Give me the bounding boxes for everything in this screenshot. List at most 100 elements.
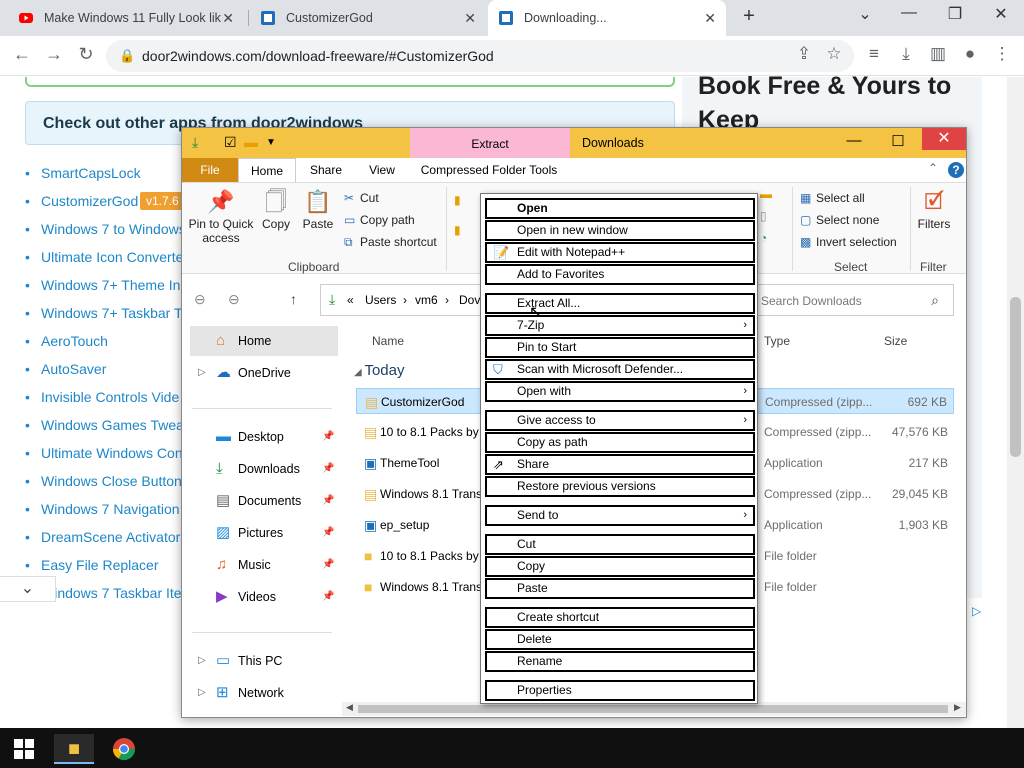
scroll-right-icon[interactable]: ▶	[954, 702, 961, 713]
select-none-button[interactable]: ▢ Select none	[800, 213, 879, 227]
paste-shortcut-button[interactable]: ⧉ Paste shortcut	[344, 235, 437, 250]
chevron-down-icon[interactable]: ⌄	[850, 4, 880, 24]
browser-tab-3[interactable]: Downloading... ✕	[488, 0, 726, 36]
ad-choices-icon[interactable]: ▷	[972, 604, 981, 618]
menu-item-scan-defender[interactable]: ⛉ Scan with Microsoft Defender...	[485, 359, 755, 380]
easy-access-icon[interactable]: ▯	[760, 209, 767, 223]
properties-icon[interactable]: ☑	[224, 134, 237, 151]
share-icon[interactable]: ⇪	[792, 44, 816, 64]
column-type[interactable]: Type	[764, 334, 790, 348]
menu-item-copy-path[interactable]: Copy as path	[485, 432, 755, 453]
nav-pictures[interactable]: ▨ Pictures 📌	[182, 518, 337, 548]
move-to-icon[interactable]: ▮	[454, 193, 461, 207]
menu-item-open[interactable]: Open	[485, 198, 755, 219]
profile-icon[interactable]: ●	[958, 44, 982, 64]
menu-item-create-shortcut[interactable]: Create shortcut	[485, 607, 755, 628]
menu-item-delete[interactable]: Delete	[485, 629, 755, 650]
search-icon[interactable]: ⌕	[931, 292, 939, 309]
reload-icon[interactable]: ↻	[74, 44, 98, 65]
ribbon-collapse-icon[interactable]: ⌃	[928, 161, 938, 175]
column-size[interactable]: Size	[884, 334, 907, 348]
filters-button[interactable]: 🗹 Filters	[914, 187, 954, 231]
download-icon[interactable]: ⤓	[192, 134, 198, 151]
explorer-titlebar[interactable]: ⤓ ☑ ▬ ▼ Extract Downloads — ☐ ✕	[182, 128, 966, 158]
tab-home[interactable]: Home	[238, 158, 296, 182]
scrollbar-thumb[interactable]	[1010, 297, 1021, 457]
close-icon[interactable]: ✕	[222, 10, 234, 27]
copy-to-icon[interactable]: ▮	[454, 223, 461, 237]
forward-icon[interactable]: →	[42, 44, 66, 65]
menu-item-properties[interactable]: Properties	[485, 680, 755, 701]
collapse-ad-button[interactable]: ⌄	[0, 576, 56, 602]
qat-dropdown-icon[interactable]: ▼	[266, 137, 276, 148]
menu-icon[interactable]: ⋮	[990, 44, 1014, 64]
group-header-today[interactable]: ◢ Today	[354, 362, 405, 379]
nav-home[interactable]: ⌂ Home	[190, 326, 338, 356]
nav-this-pc[interactable]: ▷ ▭ This PC	[182, 646, 337, 676]
menu-item-send-to[interactable]: Send to ›	[485, 505, 755, 526]
nav-documents[interactable]: ▤ Documents 📌	[182, 486, 337, 516]
pin-quick-access-button[interactable]: 📌 Pin to Quick access	[188, 187, 254, 245]
nav-network[interactable]: ▷ ⊞ Network	[182, 678, 337, 708]
nav-videos[interactable]: ▶ Videos 📌	[182, 582, 337, 612]
menu-item-restore-versions[interactable]: Restore previous versions	[485, 476, 755, 497]
start-button[interactable]	[4, 734, 44, 764]
tab-share[interactable]: Share	[300, 158, 352, 182]
star-icon[interactable]: ☆	[822, 44, 846, 64]
file-explorer-taskbar-button[interactable]: ■	[54, 734, 94, 764]
column-name[interactable]: Name	[372, 334, 404, 348]
nav-music[interactable]: ♫ Music 📌	[182, 550, 337, 580]
menu-item-7zip[interactable]: 7-Zip ›	[485, 315, 755, 336]
tab-file[interactable]: File	[182, 158, 238, 182]
scrollbar-thumb[interactable]	[358, 705, 948, 713]
menu-item-pin-start[interactable]: Pin to Start	[485, 337, 755, 358]
new-folder-icon[interactable]: ▬	[244, 134, 258, 150]
scroll-left-icon[interactable]: ◀	[346, 702, 353, 713]
chevron-right-icon[interactable]: ›	[403, 293, 407, 307]
breadcrumb[interactable]: ⤓ « Users › vm6 › Dov	[320, 284, 492, 316]
minimize-icon[interactable]: —	[894, 4, 924, 22]
new-item-icon[interactable]: ▬	[760, 187, 772, 201]
help-icon[interactable]: ?	[948, 162, 964, 178]
up-arrow-icon[interactable]: ↑	[290, 291, 297, 307]
close-icon[interactable]: ✕	[986, 4, 1016, 24]
url-text[interactable]: door2windows.com/download-freeware/#Cust…	[142, 48, 494, 64]
search-box[interactable]: Search Downloads ⌕	[752, 284, 954, 316]
nav-downloads[interactable]: ⤓ Downloads 📌	[182, 454, 337, 484]
menu-item-paste[interactable]: Paste	[485, 578, 755, 599]
copy-button[interactable]: 🗍 Copy	[258, 187, 294, 231]
breadcrumb-overflow[interactable]: «	[347, 293, 354, 307]
menu-item-open-with[interactable]: Open with ›	[485, 381, 755, 402]
browser-tab-1[interactable]: Make Windows 11 Fully Look lik ✕	[8, 0, 244, 36]
chrome-taskbar-button[interactable]	[104, 734, 144, 764]
media-icon[interactable]: ≡	[862, 44, 886, 64]
back-icon[interactable]: ←	[10, 44, 34, 65]
menu-item-copy[interactable]: Copy	[485, 556, 755, 577]
select-all-button[interactable]: ▦ Select all	[800, 191, 865, 205]
tab-compressed-folder-tools[interactable]: Compressed Folder Tools	[414, 158, 564, 182]
breadcrumb-vm6[interactable]: vm6	[415, 293, 438, 307]
page-scrollbar[interactable]	[1007, 77, 1024, 728]
breadcrumb-users[interactable]: Users	[365, 293, 396, 307]
browser-tab-2[interactable]: CustomizerGod ✕	[250, 0, 486, 36]
breadcrumb-downloads[interactable]: Dov	[459, 293, 480, 307]
menu-item-cut[interactable]: Cut	[485, 534, 755, 555]
menu-item-extract-all[interactable]: Extract All...	[485, 293, 755, 314]
menu-item-add-favorites[interactable]: Add to Favorites	[485, 264, 755, 285]
back-icon[interactable]: ⊖	[194, 291, 206, 308]
menu-item-edit-notepad[interactable]: 📝 Edit with Notepad++	[485, 242, 755, 263]
sidepanel-icon[interactable]: ▥	[926, 44, 950, 64]
horizontal-scrollbar[interactable]: ◀ ▶	[342, 702, 966, 716]
tab-view[interactable]: View	[356, 158, 408, 182]
close-icon[interactable]: ✕	[922, 128, 966, 150]
nav-desktop[interactable]: ▬ Desktop 📌	[182, 422, 337, 452]
lock-icon[interactable]: 🔒	[119, 48, 135, 64]
invert-selection-button[interactable]: ▩ Invert selection	[800, 235, 897, 249]
menu-item-share[interactable]: ⇗ Share	[485, 454, 755, 475]
forward-icon[interactable]: ⊖	[228, 291, 240, 308]
cut-button[interactable]: ✂ Cut	[344, 191, 379, 205]
maximize-icon[interactable]: ☐	[878, 132, 918, 154]
minimize-icon[interactable]: —	[834, 132, 874, 154]
paste-button[interactable]: 📋 Paste	[298, 187, 338, 231]
restore-icon[interactable]: ❐	[940, 4, 970, 24]
